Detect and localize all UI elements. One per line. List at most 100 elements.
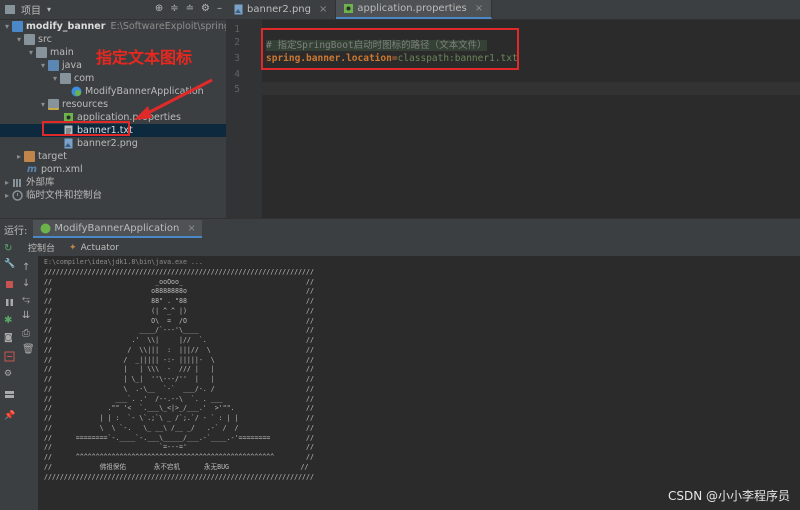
tree-item-src[interactable]: ▾ src [0, 33, 52, 46]
console-line: ////////////////////////////////////////… [44, 267, 314, 276]
close-icon[interactable]: × [319, 4, 327, 15]
project-toolbar: 项目 ▾ ⊕ ≑ ≐ ⚙ – [0, 0, 226, 20]
console-toolbar: ↑ ↓ ⥃ ⇊ ⎙ 🗑 [18, 256, 39, 510]
close-icon[interactable]: × [187, 223, 195, 234]
console-line: ////////////////////////////////////////… [44, 472, 314, 481]
expand-all-icon[interactable]: ≐ [186, 3, 194, 14]
tree-item-main[interactable]: ▾ main [0, 46, 74, 59]
chevron-down-icon[interactable]: ▾ [47, 5, 51, 14]
console-line: // \ \ `-. \_ __\ /__ _/ .-` / / // [44, 423, 314, 432]
source-folder-icon [48, 60, 59, 71]
excluded-folder-icon [24, 151, 35, 162]
pause-icon[interactable] [4, 297, 15, 308]
console-line: // ___`. .' /--.--\ `. . ___ // [44, 394, 314, 403]
tree-item-label: pom.xml [41, 164, 83, 175]
tab-banner2-png[interactable]: banner2.png × [226, 0, 337, 19]
tab-actuator[interactable]: ✦ Actuator [69, 243, 119, 253]
line-number: 3 [234, 53, 240, 64]
tab-application-properties[interactable]: application.properties × [336, 0, 493, 19]
project-view-icon[interactable] [5, 5, 15, 14]
layout-icon[interactable] [4, 389, 15, 400]
chevron-down-icon[interactable]: ▾ [3, 20, 11, 33]
editor-tabs: banner2.png × application.properties × [226, 0, 800, 20]
console-line: // / _||||| -:- |||||- \ // [44, 355, 314, 364]
soft-wrap-icon[interactable]: ⥃ [22, 294, 33, 305]
arrow-down-icon[interactable]: ↓ [22, 278, 33, 289]
console-line: // o8888888o // [44, 287, 314, 296]
tree-item-com[interactable]: ▾ com [0, 72, 94, 85]
console-line: // ."" '< `.___\_<|>_/___.' >'"". // [44, 404, 314, 413]
annotation-box-code [261, 28, 519, 70]
run-toolbar: 运行: ModifyBannerApplication × [0, 218, 800, 239]
tree-item-banner2-png[interactable]: banner2.png [0, 137, 138, 150]
wrench-icon[interactable]: 🔧 [4, 259, 15, 270]
settings-icon[interactable]: ⚙ [4, 369, 15, 380]
console-line: // | | \\\ - /// | | // [44, 365, 314, 374]
tree-item-resources[interactable]: ▾ resources [0, 98, 108, 111]
arrow-up-icon[interactable]: ↑ [22, 262, 33, 273]
console-text: E:\compiler\idea\jdk1.8\bin\java.exe ...… [44, 258, 314, 482]
stop-icon[interactable] [4, 279, 15, 290]
camera-icon[interactable]: ◙ [4, 333, 15, 344]
scroll-to-end-icon[interactable]: ⇊ [22, 310, 33, 321]
tree-item-scratches[interactable]: ▸ 临时文件和控制台 [0, 189, 102, 202]
console-line: // (| ^_^ |) // [44, 306, 314, 315]
tab-console[interactable]: 控制台 [28, 241, 55, 254]
current-line-highlight [262, 82, 800, 95]
annotation-box-file [42, 121, 130, 136]
console-line: // `=---=' // [44, 443, 314, 452]
project-panel-label[interactable]: 项目 [21, 2, 41, 17]
folder-icon [36, 47, 47, 58]
tree-item-pom[interactable]: m pom.xml [0, 163, 83, 176]
chevron-down-icon[interactable]: ▾ [39, 98, 47, 111]
run-config-tab[interactable]: ModifyBannerApplication × [33, 220, 202, 238]
print-icon[interactable]: ⎙ [22, 328, 33, 339]
run-config-label: ModifyBannerApplication [54, 222, 180, 234]
module-icon [12, 21, 23, 32]
tree-item-label: java [62, 60, 82, 71]
tab-label: application.properties [357, 3, 467, 14]
run-subtabs: 控制台 ✦ Actuator [18, 239, 800, 256]
tree-item-java[interactable]: ▾ java [0, 59, 82, 72]
tree-item-external-libraries[interactable]: ▸ 外部库 [0, 176, 55, 189]
chevron-down-icon[interactable]: ▾ [15, 33, 23, 46]
package-icon [60, 73, 71, 84]
line-number: 5 [234, 84, 240, 95]
locate-icon[interactable]: ⊕ [155, 3, 163, 14]
console-line: // / \\||| : |||// \ // [44, 345, 314, 354]
tree-item-label: src [38, 34, 52, 45]
tree-item-label: target [38, 151, 67, 162]
hide-icon[interactable]: – [217, 3, 222, 14]
console-line: // ____/`---'\____ // [44, 326, 314, 335]
scratch-icon [12, 190, 23, 201]
debug-icon[interactable]: ✱ [4, 315, 15, 326]
tree-item-target[interactable]: ▸ target [0, 150, 67, 163]
pin-icon[interactable]: 📌 [4, 411, 15, 422]
annotation-label: 指定文本图标 [96, 48, 193, 67]
tree-item-label: modify_banner [26, 21, 106, 32]
chevron-right-icon[interactable]: ▸ [3, 176, 11, 189]
console-line: // O\ = /O // [44, 316, 314, 325]
console-line: // | \_| ''\---/'' | | // [44, 375, 314, 383]
console-line: // .' \\| |// `. // [44, 336, 314, 344]
chevron-down-icon[interactable]: ▾ [39, 59, 47, 72]
chevron-down-icon[interactable]: ▾ [27, 46, 35, 59]
exit-icon[interactable] [4, 351, 15, 362]
chevron-right-icon[interactable]: ▸ [15, 150, 23, 163]
tree-item-label: 临时文件和控制台 [26, 190, 103, 201]
collapse-all-icon[interactable]: ≑ [170, 3, 178, 14]
gear-icon[interactable]: ⚙ [201, 3, 210, 14]
console-line: // | | : `- \`.;`\ _ /`;.`/ - ` : | | // [44, 414, 314, 422]
image-file-icon [233, 4, 244, 15]
tree-item-label: main [50, 47, 74, 58]
chevron-down-icon[interactable]: ▾ [51, 72, 59, 85]
tree-item-label: resources [62, 99, 109, 110]
project-toolbar-icons: ⊕ ≑ ≐ ⚙ – [155, 3, 222, 14]
chevron-right-icon[interactable]: ▸ [3, 189, 11, 202]
annotation-arrow [134, 78, 213, 120]
line-number: 2 [234, 37, 240, 48]
console-output[interactable]: E:\compiler\idea\jdk1.8\bin\java.exe ...… [38, 256, 800, 510]
trash-icon[interactable]: 🗑 [22, 344, 35, 355]
close-icon[interactable]: × [475, 3, 483, 14]
rerun-icon[interactable]: ↻ [4, 243, 15, 254]
